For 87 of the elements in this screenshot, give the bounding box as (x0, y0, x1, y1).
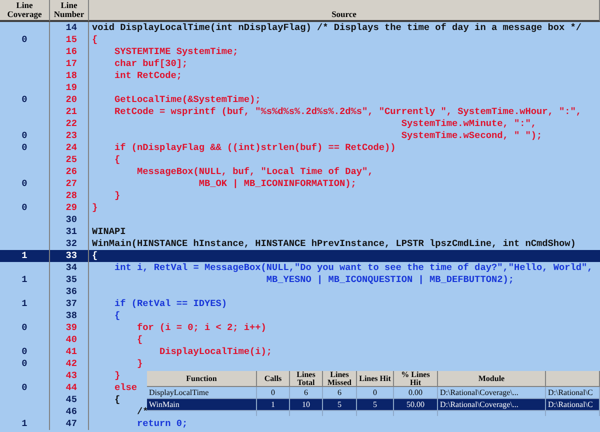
code-line: } (136, 358, 143, 369)
line-number: 32 (66, 238, 77, 249)
code-line: MessageBox(NULL, buf, "Local Time of Day", (136, 166, 374, 177)
code-line: return 0; (136, 418, 188, 429)
line-number: 15 (66, 34, 77, 45)
code-line: SystemTime.wSecond, " "); (400, 130, 542, 141)
code-line: RetCode = wsprintf (buf, "%s%d%s%.2d%s%.2d%s", "Currently ", SystemTime.wHour, ":", (114, 106, 582, 117)
line-number: 17 (66, 58, 77, 69)
line-number: 43 (66, 370, 77, 381)
table-cell: 10 (290, 399, 323, 411)
line-number: 46 (66, 406, 77, 417)
code-line: { (92, 34, 98, 45)
coverage-count: 0 (22, 322, 28, 333)
line-number: 24 (66, 142, 77, 153)
code-line: } (92, 202, 98, 213)
code-line: int RetCode; (114, 70, 182, 81)
line-number: 34 (66, 262, 77, 273)
coverage-count: 0 (22, 142, 28, 153)
code-line: if (nDisplayFlag && ((int)strlen(buf) == RetCode)) (114, 142, 396, 153)
line-number: 41 (66, 346, 77, 357)
coverage-count: 1 (22, 274, 28, 285)
line-number: 14 (66, 22, 77, 33)
coverage-count: 1 (22, 418, 28, 429)
code-line: { (114, 394, 120, 405)
coverage-count: 0 (22, 34, 28, 45)
code-line: MB_OK | MB_ICONINFORMATION); (198, 178, 356, 189)
line-number: 42 (66, 358, 77, 369)
code-line: for (i = 0; i < 2; i++) (136, 322, 266, 333)
code-line: { (114, 310, 120, 321)
line-number: 30 (66, 214, 77, 225)
coverage-count: 0 (22, 358, 28, 369)
coverage-count: 0 (22, 202, 28, 213)
code-line: { (114, 154, 120, 165)
coverage-count: 0 (22, 382, 28, 393)
table-cell: 5 (357, 399, 394, 411)
line-number: 28 (66, 190, 77, 201)
line-number: 47 (66, 418, 77, 429)
line-number: 40 (66, 334, 77, 345)
line-number: 33 (66, 250, 77, 261)
line-number: 26 (66, 166, 77, 177)
code-line: char buf[30]; (114, 58, 188, 69)
table-cell: 50.00 (394, 399, 438, 411)
coverage-count: 0 (22, 346, 28, 357)
table-cell: D:\Rational\Coverage\... (438, 399, 546, 411)
table-cell: 5 (323, 399, 357, 411)
code-line: /* (136, 406, 148, 417)
table-cell: 1 (257, 399, 290, 411)
code-line: if (RetVal == IDYES) (114, 298, 228, 309)
line-number: 37 (66, 298, 77, 309)
line-number: 20 (66, 94, 77, 105)
line-number: 25 (66, 154, 77, 165)
code-line: WinMain(HINSTANCE hInstance, HINSTANCE hPrevInstance, LPSTR lpszCmdLine, int nCmdShow) (92, 238, 576, 249)
code-line: int i, RetVal = MessageBox(NULL,"Do you want to see the time of day?","Hello, World", (114, 262, 593, 273)
line-number: 39 (66, 322, 77, 333)
code-line: SYSTEMTIME SystemTime; (114, 46, 238, 57)
code-line: MB_YESNO | MB_ICONQUESTION | MB_DEFBUTTON2); (265, 274, 514, 285)
line-number: 23 (66, 130, 77, 141)
line-number: 31 (66, 226, 77, 237)
line-number: 36 (66, 286, 77, 297)
coverage-count: 1 (22, 250, 28, 261)
line-number: 27 (66, 178, 77, 189)
table-cell: WinMain (147, 399, 257, 411)
coverage-count: 1 (22, 298, 28, 309)
coverage-count: 0 (22, 178, 28, 189)
code-line: } (114, 370, 120, 381)
line-number: 22 (66, 118, 77, 129)
line-number: 16 (66, 46, 77, 57)
code-line: void DisplayLocalTime(int nDisplayFlag) /* Displays the time of day in a message box */ (92, 22, 582, 33)
line-number: 21 (66, 106, 77, 117)
line-number: 38 (66, 310, 77, 321)
code-line: SystemTime.wMinute, ":", (400, 118, 536, 129)
table-cell: D:\Rational\C (546, 399, 600, 411)
code-line: { (92, 250, 98, 261)
line-number: 44 (66, 382, 77, 393)
line-number: 19 (66, 82, 77, 93)
code-line: WINAPI (92, 226, 126, 237)
code-line: } (114, 190, 120, 201)
code-line: else (114, 382, 138, 393)
coverage-count: 0 (22, 94, 28, 105)
line-number: 29 (66, 202, 77, 213)
line-number: 45 (66, 394, 77, 405)
code-line: { (136, 334, 143, 345)
line-number: 35 (66, 274, 77, 285)
code-line: DisplayLocalTime(i); (158, 346, 272, 357)
coverage-count: 0 (22, 130, 28, 141)
line-number: 18 (66, 70, 77, 81)
code-line: GetLocalTime(&SystemTime); (114, 94, 261, 105)
